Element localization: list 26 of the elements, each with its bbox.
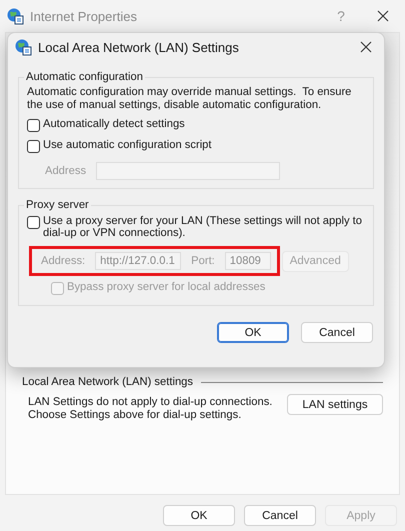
- field-label: Port:: [191, 255, 215, 267]
- checkbox-label: Automatically detect settings: [43, 118, 185, 130]
- field-label: Address: [45, 165, 86, 177]
- checkbox[interactable]: [27, 216, 40, 229]
- description: Automatic configuration may override manual settings. To ensure the use of manual settings, disable automatic configuration.: [27, 86, 352, 112]
- checkbox[interactable]: [27, 140, 40, 153]
- lan-settings-button[interactable]: LAN settings: [287, 394, 383, 415]
- dialog-button[interactable]: OK: [163, 505, 235, 526]
- lan-note: LAN Settings do not apply to dial-up connections. Choose Settings above for dial-up settings.: [28, 396, 272, 422]
- group-title: Local Area Network (LAN) settings: [22, 376, 193, 388]
- group-title: Automatic configuration: [25, 71, 144, 83]
- dialog-button[interactable]: OK: [217, 322, 289, 343]
- checkbox-label: Bypass proxy server for local addresses: [67, 281, 266, 293]
- window-title: Internet Properties: [30, 8, 138, 24]
- group-title: Proxy server: [25, 199, 90, 211]
- globe-icon: [15, 38, 32, 56]
- checkbox[interactable]: [27, 119, 40, 132]
- checkbox-label: Use automatic configuration script: [43, 139, 212, 151]
- close-icon[interactable]: [360, 41, 372, 53]
- dialog-button[interactable]: Cancel: [244, 505, 316, 526]
- dialog-title: Local Area Network (LAN) Settings: [38, 40, 240, 54]
- checkbox-label: Use a proxy server for your LAN (These settings will not apply to dial-up or VPN connections).: [43, 215, 363, 239]
- close-icon[interactable]: [377, 10, 389, 22]
- dialog-button[interactable]: Cancel: [301, 322, 373, 343]
- globe-icon: [7, 8, 24, 24]
- field-label: Address:: [41, 255, 86, 267]
